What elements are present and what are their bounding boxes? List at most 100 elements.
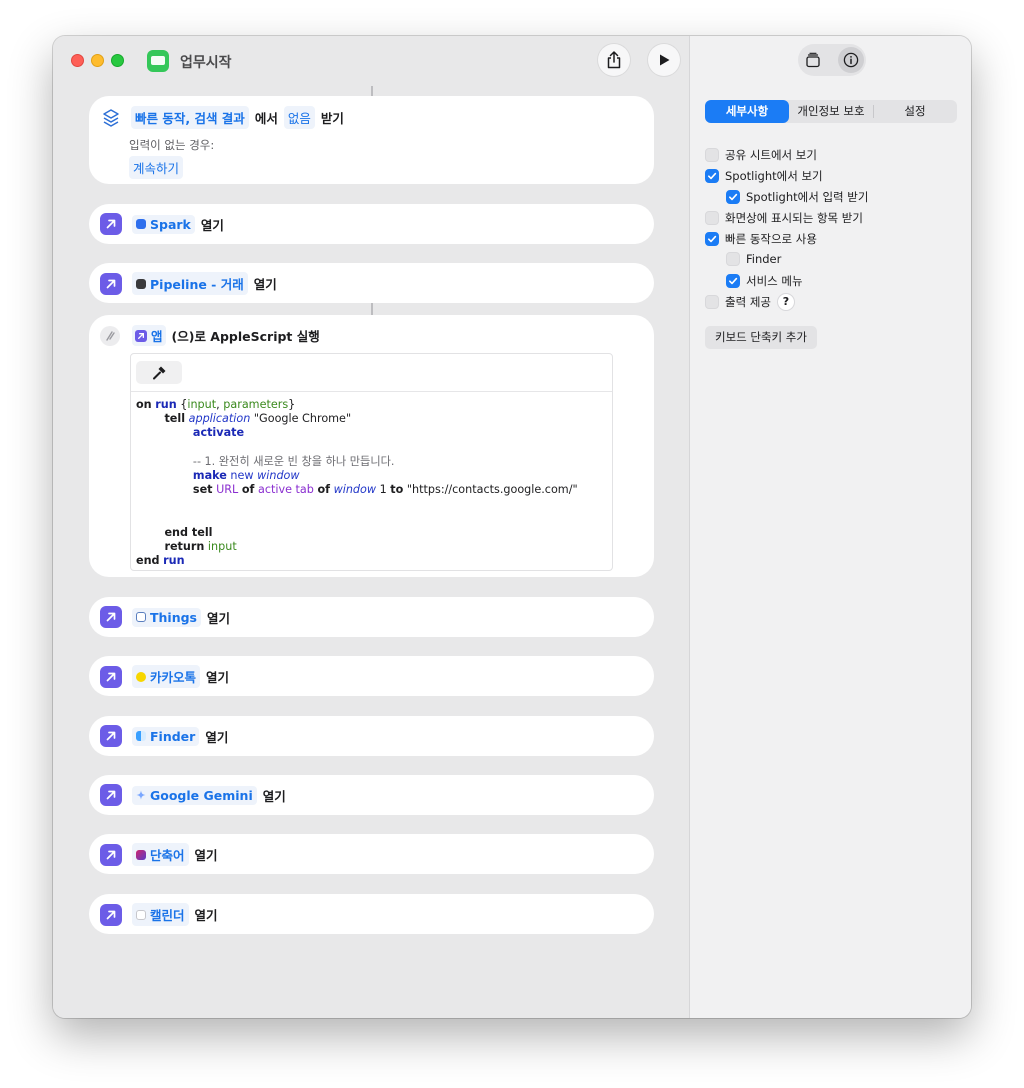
option-finder[interactable]: Finder <box>726 252 781 266</box>
info-button[interactable] <box>838 47 864 73</box>
app-name: Spark <box>150 216 191 232</box>
run-button[interactable] <box>648 44 680 76</box>
no-input-action-chip[interactable]: 계속하기 <box>129 156 184 179</box>
open-app-action[interactable]: 캘린더 열기 <box>89 894 654 934</box>
flow-connector <box>371 301 373 315</box>
app-chip[interactable]: 캘린더 <box>132 903 189 926</box>
finder-label: Finder <box>746 252 782 266</box>
open-verb: 열기 <box>253 277 277 292</box>
open-app-icon <box>100 213 122 235</box>
open-app-action[interactable]: 단축어 열기 <box>89 834 654 874</box>
open-app-icon <box>100 665 122 688</box>
play-icon <box>660 54 670 66</box>
share-sheet-label: 공유 시트에서 보기 <box>725 148 817 162</box>
app-name: Finder <box>150 728 196 744</box>
spotlight-label: Spotlight에서 보기 <box>725 169 823 183</box>
app-chip[interactable]: Finder <box>132 726 200 746</box>
open-verb: 열기 <box>194 908 218 923</box>
services-label: 서비스 메뉴 <box>746 274 803 288</box>
tab-details[interactable]: 세부사항 <box>705 100 789 123</box>
sidebar-mode-switcher <box>798 44 866 76</box>
details-tabs: 세부사항 개인정보 보호 설정 <box>705 100 957 123</box>
share-sheet-checkbox[interactable] <box>705 148 719 162</box>
open-app-action[interactable]: Spark 열기 <box>89 204 654 244</box>
spotlight-input-label: Spotlight에서 입력 받기 <box>746 190 869 204</box>
checkmark-icon <box>729 193 738 201</box>
calendar-icon <box>136 909 146 920</box>
open-app-action[interactable]: 카카오톡 열기 <box>89 656 654 696</box>
compile-button[interactable] <box>136 361 182 384</box>
option-spotlight-input[interactable]: Spotlight에서 입력 받기 <box>726 189 868 205</box>
app-chip-label: 앱 <box>151 329 163 344</box>
minimize-button[interactable] <box>91 54 104 67</box>
option-spotlight[interactable]: Spotlight에서 보기 <box>705 168 823 184</box>
open-app-action[interactable]: Pipeline - 거래 열기 <box>89 263 654 303</box>
things-icon <box>136 612 146 622</box>
library-icon <box>806 52 820 68</box>
shortcuts-window: 업무시작 빠른 동작, 검색 결과 에서 없음 받기 입력이 없는 경우: 계속… <box>53 36 971 1018</box>
close-button[interactable] <box>71 54 84 67</box>
open-app-action[interactable]: Google Gemini 열기 <box>89 775 654 815</box>
tab-privacy[interactable]: 개인정보 보호 <box>789 100 873 123</box>
zoom-button[interactable] <box>111 54 124 67</box>
services-checkbox[interactable] <box>726 274 740 288</box>
open-verb: 열기 <box>205 729 229 745</box>
help-button[interactable]: ? <box>776 293 795 311</box>
option-services[interactable]: 서비스 메뉴 <box>726 273 803 289</box>
spotlight-checkbox[interactable] <box>705 169 719 183</box>
output-label: 출력 제공 <box>725 295 771 309</box>
source-chip[interactable]: 없음 <box>283 106 315 129</box>
share-button[interactable] <box>598 44 630 76</box>
option-share-sheet[interactable]: 공유 시트에서 보기 <box>705 147 817 163</box>
app-chip[interactable]: 단축어 <box>132 843 189 866</box>
library-button[interactable] <box>800 47 826 73</box>
applescript-action[interactable]: 앱 (으)로 AppleScript 실행 on run {input, par… <box>89 315 654 577</box>
kakaotalk-icon <box>136 671 146 682</box>
finder-checkbox[interactable] <box>726 252 740 266</box>
app-chip[interactable]: Things <box>132 607 201 627</box>
option-quick-action[interactable]: 빠른 동작으로 사용 <box>705 231 817 247</box>
editor-pane: 업무시작 빠른 동작, 검색 결과 에서 없음 받기 입력이 없는 경우: 계속… <box>53 36 689 1018</box>
share-icon <box>607 51 621 69</box>
quick-action-checkbox[interactable] <box>705 232 719 246</box>
add-keyboard-shortcut-button[interactable]: 키보드 단축키 추가 <box>705 326 817 349</box>
app-chip[interactable]: 앱 <box>132 325 166 346</box>
option-onscreen[interactable]: 화면상에 표시되는 항목 받기 <box>705 210 863 226</box>
no-input-label: 입력이 없는 경우: <box>129 138 215 152</box>
tab-settings[interactable]: 설정 <box>873 100 957 123</box>
shortcuts-app-icon <box>136 849 146 860</box>
app-chip[interactable]: 카카오톡 <box>132 665 201 688</box>
open-app-icon <box>100 843 122 866</box>
open-app-icon <box>100 725 122 747</box>
script-source[interactable]: on run {input, parameters} tell applicat… <box>136 398 578 568</box>
spotlight-input-checkbox[interactable] <box>726 190 740 204</box>
onscreen-checkbox[interactable] <box>705 211 719 225</box>
applescript-label: (으)로 AppleScript 실행 <box>171 329 320 344</box>
app-name: 캘린더 <box>150 908 185 923</box>
code-editor[interactable]: on run {input, parameters} tell applicat… <box>130 353 613 571</box>
open-verb: 열기 <box>262 788 286 804</box>
input-types-chip[interactable]: 빠른 동작, 검색 결과 <box>131 106 249 129</box>
output-checkbox[interactable] <box>705 295 719 309</box>
finder-icon <box>136 731 146 741</box>
open-app-icon <box>100 903 122 926</box>
receive-label: 받기 <box>320 111 344 126</box>
window-title[interactable]: 업무시작 <box>180 52 232 72</box>
checkmark-icon <box>708 235 717 243</box>
details-sidebar: 세부사항 개인정보 보호 설정 공유 시트에서 보기 Spotlight에서 보… <box>689 36 971 1018</box>
info-icon <box>843 52 859 68</box>
open-app-action[interactable]: Finder 열기 <box>89 716 654 756</box>
open-verb: 열기 <box>207 610 231 626</box>
script-icon <box>100 325 120 346</box>
open-app-icon <box>100 784 122 806</box>
app-chip[interactable]: Google Gemini <box>132 785 257 805</box>
app-chip[interactable]: Pipeline - 거래 <box>132 272 248 295</box>
option-output[interactable]: 출력 제공 ? <box>705 293 795 311</box>
open-app-action[interactable]: Things 열기 <box>89 597 654 637</box>
from-label: 에서 <box>254 111 278 126</box>
spark-icon <box>136 219 146 229</box>
app-chip[interactable]: Spark <box>132 214 195 234</box>
receive-input-action[interactable]: 빠른 동작, 검색 결과 에서 없음 받기 입력이 없는 경우: 계속하기 <box>89 96 654 184</box>
onscreen-label: 화면상에 표시되는 항목 받기 <box>725 211 863 225</box>
layers-icon <box>103 108 119 127</box>
